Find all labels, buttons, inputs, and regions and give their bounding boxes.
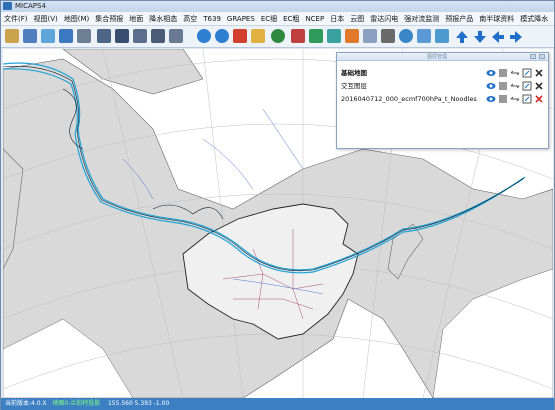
swap-icon[interactable] xyxy=(510,81,520,91)
delete-icon[interactable] xyxy=(534,68,544,78)
edit-icon[interactable] xyxy=(522,94,532,104)
menu-t639[interactable]: T639 xyxy=(203,15,221,23)
menu-severe-convection[interactable]: 强对流监测 xyxy=(404,14,439,24)
eye-icon[interactable] xyxy=(486,68,496,78)
left-arrow-icon[interactable] xyxy=(491,29,505,43)
layer-name: 基础地图 xyxy=(341,69,367,77)
layers-icon[interactable] xyxy=(41,29,55,43)
panel-close-button[interactable] xyxy=(539,54,545,59)
menu-ncep[interactable]: NCEP xyxy=(305,15,324,23)
earth-icon[interactable] xyxy=(399,29,413,43)
menu-surface[interactable]: 地面 xyxy=(129,14,143,24)
layer-name: 2016040712_000_ecmf700hPa_t_Noodles xyxy=(341,95,477,103)
style-icon[interactable] xyxy=(498,68,508,78)
redo-icon[interactable] xyxy=(215,29,229,43)
chart-icon[interactable] xyxy=(151,29,165,43)
folder-icon[interactable] xyxy=(251,29,265,43)
menu-bar: 文件(F) 视图(V) 地图(M) 集合预报 地面 降水相态 高空 T639 G… xyxy=(1,12,554,26)
toolbar xyxy=(1,26,554,48)
up-arrow-icon[interactable] xyxy=(455,29,469,43)
menu-upper-air[interactable]: 高空 xyxy=(183,14,197,24)
cube-icon[interactable] xyxy=(327,29,341,43)
map-icon[interactable] xyxy=(133,29,147,43)
app-window: MICAPS4 文件(F) 视图(V) 地图(M) 集合预报 地面 降水相态 高… xyxy=(0,0,555,410)
camera-icon[interactable] xyxy=(381,29,395,43)
style-icon[interactable] xyxy=(498,81,508,91)
style-icon[interactable] xyxy=(498,94,508,104)
menu-grapes[interactable]: GRAPES xyxy=(227,15,255,23)
save-icon[interactable] xyxy=(23,29,37,43)
panel-minimize-button[interactable] xyxy=(530,54,536,59)
open-icon[interactable] xyxy=(5,29,19,43)
menu-file[interactable]: 文件(F) xyxy=(4,14,28,24)
app-logo-icon xyxy=(3,2,12,10)
stack-icon[interactable] xyxy=(309,29,323,43)
down-arrow-icon[interactable] xyxy=(473,29,487,43)
menu-ec-fine[interactable]: EC细 xyxy=(261,14,277,24)
layer-panel-header: 图层管理 xyxy=(337,53,548,61)
menu-ensemble[interactable]: 集合预报 xyxy=(95,14,123,24)
layer-item-noodles[interactable]: 2016040712_000_ecmf700hPa_t_Noodles xyxy=(341,93,477,105)
menu-japan[interactable]: 日本 xyxy=(330,14,344,24)
layer-item-base-map[interactable]: 基础地图 xyxy=(341,67,367,79)
eye-icon[interactable] xyxy=(486,81,496,91)
home-icon[interactable] xyxy=(59,29,73,43)
layer-item-interactive[interactable]: 交互图层 xyxy=(341,80,367,92)
status-coords: 155.560 5.393 -1.00 xyxy=(107,400,170,407)
adjust-icon[interactable] xyxy=(417,29,431,43)
window-icon[interactable] xyxy=(97,29,111,43)
undo-icon[interactable] xyxy=(197,29,211,43)
title-bar: MICAPS4 xyxy=(1,1,554,12)
picture-icon[interactable] xyxy=(115,29,129,43)
layer-noodles-controls xyxy=(486,93,544,105)
document-icon[interactable] xyxy=(363,29,377,43)
menu-forecast-products[interactable]: 预报产品 xyxy=(445,14,473,24)
menu-radar-lightning[interactable]: 雷达闪电 xyxy=(370,14,398,24)
status-version: 当前版本:4.0.X xyxy=(5,400,47,407)
flag-icon[interactable] xyxy=(233,29,247,43)
menu-precip-phase[interactable]: 降水相态 xyxy=(149,14,177,24)
palette-icon[interactable] xyxy=(345,29,359,43)
menu-southern-hemisphere[interactable]: 南半球资料 xyxy=(479,14,514,24)
edit-icon[interactable] xyxy=(522,81,532,91)
eye-icon[interactable] xyxy=(486,94,496,104)
app-title: MICAPS4 xyxy=(15,2,46,10)
status-projection: 地图0-兰伯特投影 xyxy=(52,400,101,407)
status-bar: 当前版本:4.0.X 地图0-兰伯特投影 155.560 5.393 -1.00 xyxy=(1,398,554,410)
layer-panel: 图层管理 基础地图 交互图层 2016040712_000_ecmf700hPa… xyxy=(336,52,549,149)
swap-icon[interactable] xyxy=(510,68,520,78)
menu-ec-coarse[interactable]: EC粗 xyxy=(283,14,299,24)
layer-interactive-controls xyxy=(486,80,544,92)
grid-icon[interactable] xyxy=(77,29,91,43)
globe-icon[interactable] xyxy=(271,29,285,43)
layer-base-map-controls xyxy=(486,67,544,79)
delete-icon[interactable] xyxy=(534,94,544,104)
menu-map[interactable]: 地图(M) xyxy=(64,14,90,24)
calendar-icon[interactable] xyxy=(435,29,449,43)
delete-icon[interactable] xyxy=(534,81,544,91)
edit-icon[interactable] xyxy=(522,68,532,78)
right-arrow-icon[interactable] xyxy=(509,29,523,43)
layer-panel-title: 图层管理 xyxy=(427,54,448,60)
swap-icon[interactable] xyxy=(510,94,520,104)
menu-model-precip[interactable]: 模式降水 xyxy=(520,14,548,24)
color-icon[interactable] xyxy=(291,29,305,43)
layer-name: 交互图层 xyxy=(341,82,367,90)
menu-satellite[interactable]: 云图 xyxy=(350,14,364,24)
export-icon[interactable] xyxy=(169,29,183,43)
menu-view[interactable]: 视图(V) xyxy=(34,14,58,24)
